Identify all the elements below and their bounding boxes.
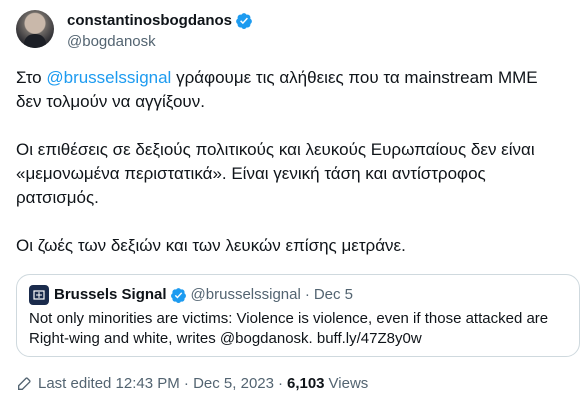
tweet-text: Στο @brusselssignal γράφουμε τις αλήθειε…: [16, 66, 566, 258]
author-handle[interactable]: @bogdanosk: [67, 32, 253, 52]
tweet-paragraph-3: Οι ζωές των δεξιών και των λευκών επίσης…: [16, 236, 406, 255]
verified-badge-icon: [236, 13, 252, 29]
views-count: 6,103: [286, 375, 325, 392]
quoted-date[interactable]: Dec 5: [314, 285, 353, 305]
avatar[interactable]: [16, 10, 54, 48]
quoted-tweet[interactable]: Brussels Signal @brusselssignal · Dec 5 …: [16, 274, 580, 357]
tweet-header: constantinosbogdanos @bogdanosk: [16, 10, 253, 52]
views-label: Views: [328, 375, 369, 392]
author-names: constantinosbogdanos @bogdanosk: [67, 11, 253, 52]
last-edited-link[interactable]: Last edited 12:43 PM · Dec 5, 2023: [38, 374, 274, 394]
quoted-text: Not only minorities are victims: Violenc…: [29, 310, 549, 347]
tweet: constantinosbogdanos @bogdanosk Στο @bru…: [0, 0, 582, 409]
name-row: constantinosbogdanos: [67, 11, 253, 31]
tweet-meta: Last edited 12:43 PM · Dec 5, 2023 · 6,1…: [16, 374, 368, 394]
quoted-avatar[interactable]: [29, 285, 49, 305]
quoted-avatar-logo-icon: [33, 290, 45, 300]
tweet-paragraph-1: Στο @brusselssignal γράφουμε τις αλήθειε…: [16, 66, 566, 114]
separator-dot: ·: [304, 286, 310, 303]
quoted-display-name[interactable]: Brussels Signal: [54, 285, 167, 305]
tweet-text-before-mention: Στο: [16, 68, 47, 87]
separator-dot: ·: [277, 375, 283, 392]
quoted-handle[interactable]: @brusselssignal: [191, 285, 301, 305]
pencil-icon: [18, 377, 31, 390]
verified-badge-icon: [170, 287, 186, 303]
mention-link[interactable]: @brusselssignal: [46, 68, 171, 87]
quoted-tweet-header: Brussels Signal @brusselssignal · Dec 5: [29, 285, 567, 305]
tweet-paragraph-2: Οι επιθέσεις σε δεξιούς πολιτικούς και λ…: [16, 140, 535, 207]
display-name[interactable]: constantinosbogdanos: [67, 11, 232, 31]
